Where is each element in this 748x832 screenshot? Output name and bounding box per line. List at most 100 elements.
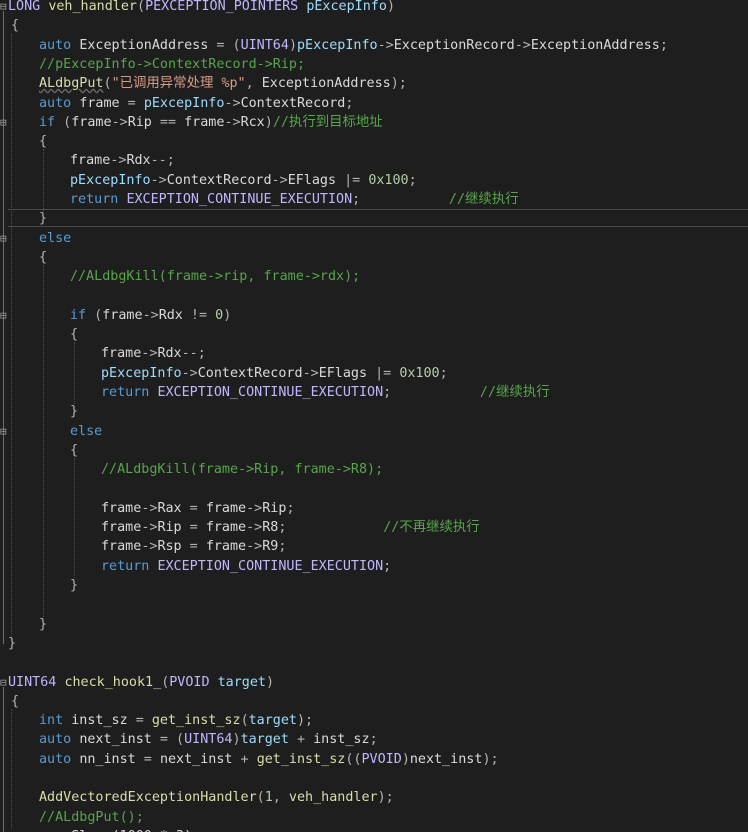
code-token: return — [101, 558, 150, 574]
code-token: = — [127, 713, 152, 729]
code-line[interactable]: } — [0, 615, 748, 634]
collapse-icon[interactable]: ⊟ — [0, 0, 8, 16]
code-text: //ALdbgKill(frame->Rip, frame->R8); — [101, 460, 383, 479]
code-token: ; — [369, 732, 378, 748]
code-line[interactable]: ALdbgPut("已调用异常处理 %p", ExceptionAddress)… — [0, 74, 748, 93]
code-line[interactable]: //ALdbgKill(frame->rip, frame->rdx); — [0, 267, 748, 286]
code-token: { — [70, 327, 79, 343]
code-line[interactable]: frame->Rax = frame->Rip; — [0, 499, 748, 518]
code-line[interactable]: { — [0, 16, 748, 35]
code-token: ExceptionRecord — [393, 37, 515, 53]
collapse-icon[interactable]: ⊟ — [0, 422, 8, 441]
code-line[interactable]: { — [0, 325, 748, 344]
fold-outline — [3, 686, 4, 832]
code-token: ALdbgPut — [39, 76, 104, 92]
code-line[interactable]: AddVectoredExceptionHandler(1, veh_handl… — [0, 788, 748, 807]
code-token: pExcepInfo — [297, 37, 378, 53]
code-token: AddVectoredExceptionHandler — [39, 790, 257, 806]
code-line[interactable] — [0, 287, 748, 306]
code-line[interactable]: Sleep(1000 * 3); — [0, 827, 748, 832]
code-token: -> — [224, 95, 241, 111]
code-line[interactable]: frame->Rip = frame->R8; //不再继续执行 — [0, 518, 748, 537]
code-line[interactable]: //pExcepInfo->ContextRecord->Rip; — [0, 55, 748, 74]
code-token: -> — [302, 365, 319, 381]
code-editor[interactable]: LONG veh_handler(PEXCEPTION_POINTERS pEx… — [0, 0, 748, 832]
code-line[interactable]: int inst_sz = get_inst_sz(target); — [0, 711, 748, 730]
code-line[interactable]: { — [0, 441, 748, 460]
code-line[interactable]: return EXCEPTION_CONTINUE_EXECUTION; //继… — [0, 190, 748, 209]
code-line[interactable]: return EXCEPTION_CONTINUE_EXECUTION; //继… — [0, 383, 748, 402]
code-token: != — [182, 307, 216, 323]
code-line[interactable]: frame->Rsp = frame->R9; — [0, 537, 748, 556]
code-token: + — [232, 751, 257, 767]
code-token: EFlags — [318, 365, 368, 381]
code-line[interactable]: //ALdbgPut(); — [0, 808, 748, 827]
code-token: -> — [246, 500, 263, 516]
code-token: Rip — [157, 520, 182, 536]
code-line[interactable]: { — [0, 692, 748, 711]
code-token: frame — [101, 500, 142, 516]
code-token: } — [39, 211, 48, 227]
code-line[interactable]: { — [0, 132, 748, 151]
code-token: -> — [377, 37, 394, 53]
code-line[interactable]: UINT64 check_hook1_(PVOID target) — [0, 673, 748, 692]
code-text: ALdbgPut("已调用异常处理 %p", ExceptionAddress)… — [39, 74, 407, 93]
collapse-icon[interactable]: ⊟ — [0, 673, 8, 692]
code-line[interactable]: } — [0, 402, 748, 421]
code-token: -> — [141, 500, 158, 516]
code-line[interactable]: pExcepInfo->ContextRecord->EFlags |= 0x1… — [0, 364, 748, 383]
code-text: } — [39, 209, 47, 228]
code-line[interactable]: { — [0, 248, 748, 267]
code-line[interactable]: return EXCEPTION_CONTINUE_EXECUTION; — [0, 557, 748, 576]
code-token: //继续执行 — [448, 192, 519, 207]
collapse-icon[interactable]: ⊟ — [0, 229, 8, 248]
code-token: UINT64 — [240, 37, 289, 53]
code-token: Rdx — [157, 346, 182, 362]
code-text: if (frame->Rdx != 0) — [70, 306, 231, 325]
code-line[interactable] — [0, 595, 748, 614]
code-line[interactable] — [0, 769, 748, 788]
code-token: ExceptionAddress — [79, 37, 209, 53]
code-token: ; — [383, 385, 480, 400]
code-token: ; — [345, 95, 354, 111]
code-line[interactable] — [0, 653, 748, 672]
code-token: + — [288, 732, 314, 748]
code-line[interactable]: } — [0, 209, 748, 228]
code-line[interactable]: if (frame->Rip == frame->Rcx)//执行到目标地址 — [0, 113, 748, 132]
code-line[interactable]: auto ExceptionAddress = (UINT64)pExcepIn… — [0, 36, 748, 55]
code-line[interactable]: frame->Rdx--; — [0, 344, 748, 363]
code-line[interactable]: LONG veh_handler(PEXCEPTION_POINTERS pEx… — [0, 0, 748, 16]
code-token: return — [101, 385, 150, 400]
code-line[interactable]: auto next_inst = (UINT64)target + inst_s… — [0, 730, 748, 749]
code-token: //执行到目标地址 — [272, 114, 383, 130]
code-token: { — [39, 249, 48, 265]
code-token: { — [70, 442, 79, 458]
code-text: frame->Rdx--; — [70, 151, 175, 170]
code-text: //pExcepInfo->ContextRecord->Rip; — [39, 55, 305, 74]
code-line[interactable]: frame->Rdx--; — [0, 151, 748, 170]
code-line[interactable]: if (frame->Rdx != 0) — [0, 306, 748, 325]
code-token: frame — [70, 153, 111, 169]
code-line[interactable]: } — [0, 576, 748, 595]
code-token: auto — [39, 732, 72, 748]
code-token: } — [39, 616, 48, 632]
code-token: = — [181, 539, 206, 555]
code-line[interactable]: //ALdbgKill(frame->Rip, frame->R8); — [0, 460, 748, 479]
code-token: return — [70, 192, 119, 207]
code-text: { — [70, 441, 78, 460]
code-token: Rdx — [126, 153, 151, 169]
code-line[interactable] — [0, 480, 748, 499]
collapse-icon[interactable]: ⊟ — [0, 113, 8, 132]
code-text: auto nn_inst = next_inst + get_inst_sz((… — [39, 750, 499, 769]
code-token: = — [181, 500, 206, 516]
code-line[interactable]: else — [0, 229, 748, 248]
code-text: //ALdbgKill(frame->rip, frame->rdx); — [70, 267, 360, 286]
code-line[interactable]: auto frame = pExcepInfo->ContextRecord; — [0, 94, 748, 113]
code-line[interactable]: else — [0, 422, 748, 441]
code-line[interactable]: pExcepInfo->ContextRecord->EFlags |= 0x1… — [0, 171, 748, 190]
code-line[interactable]: } — [0, 634, 748, 653]
collapse-icon[interactable]: ⊟ — [0, 306, 8, 325]
code-token: UINT64 — [8, 674, 57, 690]
code-line[interactable]: auto nn_inst = next_inst + get_inst_sz((… — [0, 750, 748, 769]
code-token: else — [70, 423, 103, 439]
